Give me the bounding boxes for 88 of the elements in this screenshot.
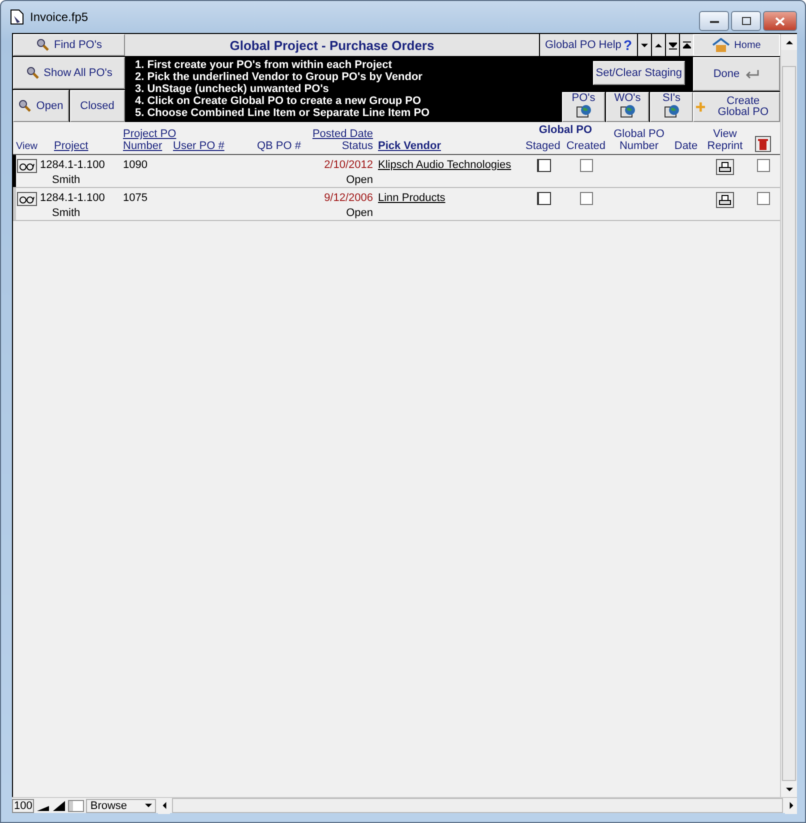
vendor-link[interactable]: Linn Products bbox=[378, 192, 446, 204]
search-icon bbox=[36, 38, 50, 52]
find-button[interactable]: Find PO's bbox=[13, 34, 125, 56]
document-icon bbox=[9, 9, 25, 25]
zoom-in-icon[interactable] bbox=[52, 800, 66, 812]
up-arrow-icon[interactable] bbox=[786, 38, 792, 46]
instruction-text: 1. First create your PO's from within each Project bbox=[135, 59, 393, 71]
trash-icon[interactable] bbox=[755, 136, 771, 152]
up-arrow-icon[interactable] bbox=[655, 42, 662, 48]
column-header: View bbox=[713, 128, 737, 140]
down-arrow-icon[interactable] bbox=[641, 42, 648, 48]
group-header: Global PO bbox=[538, 124, 592, 136]
table-cell: 1075 bbox=[123, 192, 148, 204]
maximize-icon bbox=[742, 17, 750, 25]
globe-icon bbox=[620, 104, 636, 118]
plus-icon bbox=[696, 101, 706, 113]
table-cell: 1090 bbox=[123, 159, 148, 171]
column-header: Reprint bbox=[707, 140, 743, 152]
column-header: Global PO bbox=[614, 128, 664, 140]
last-record-icon[interactable] bbox=[668, 40, 676, 50]
column-header[interactable]: Project bbox=[54, 140, 88, 152]
right-arrow-icon[interactable] bbox=[788, 802, 794, 809]
created-checkbox[interactable] bbox=[580, 192, 593, 205]
column-header: QB PO # bbox=[256, 140, 301, 152]
help-button[interactable]: Global PO Help? bbox=[540, 34, 637, 56]
closed-button[interactable]: Closed bbox=[70, 90, 125, 122]
create-button[interactable]: Create Global PO bbox=[693, 92, 780, 122]
column-header[interactable]: Number bbox=[123, 140, 162, 152]
minimize-icon bbox=[710, 20, 718, 22]
instruction-text: 3. UnStage (uncheck) unwanted PO's bbox=[135, 83, 330, 95]
instruction-text: 2. Pick the underlined Vendor to Group PO's by Vendor bbox=[135, 71, 424, 83]
column-header: Staged bbox=[525, 140, 560, 152]
printer-icon[interactable] bbox=[716, 192, 734, 208]
column-header[interactable]: User PO # bbox=[173, 140, 224, 152]
table-cell: 9/12/2006 bbox=[324, 192, 373, 204]
vendor-link[interactable]: Klipsch Audio Technologies bbox=[378, 159, 512, 171]
column-header[interactable]: Pick Vendor bbox=[378, 140, 441, 152]
column-header: Status bbox=[342, 140, 373, 152]
table-cell-text: Smith bbox=[51, 207, 80, 219]
glasses-icon[interactable] bbox=[17, 192, 37, 206]
table-cell-text: Smith bbox=[51, 174, 80, 186]
staged-checkbox[interactable] bbox=[537, 159, 551, 172]
globe-icon bbox=[576, 104, 592, 118]
house-icon bbox=[712, 38, 730, 52]
glasses-icon[interactable] bbox=[17, 159, 37, 173]
mode-dropdown[interactable]: Browse bbox=[86, 798, 156, 812]
window-title: Invoice.fp5 bbox=[30, 10, 88, 24]
instruction-text: 4. Click on Create Global PO to create a new Group PO bbox=[135, 95, 422, 107]
created-checkbox[interactable] bbox=[580, 159, 593, 172]
left-arrow-icon[interactable] bbox=[160, 802, 168, 809]
delete-checkbox[interactable] bbox=[756, 159, 770, 172]
close-button[interactable] bbox=[763, 11, 797, 31]
report-button[interactable]: PO's bbox=[562, 92, 605, 122]
column-header[interactable]: Project PO bbox=[123, 128, 176, 140]
return-arrow-icon bbox=[744, 69, 760, 79]
show-all-button[interactable]: Show All PO's bbox=[13, 57, 125, 89]
staged-checkbox[interactable] bbox=[537, 192, 551, 205]
close-icon bbox=[775, 16, 785, 26]
minimize-button[interactable] bbox=[699, 11, 729, 31]
down-arrow-icon[interactable] bbox=[145, 802, 152, 809]
column-header: Created bbox=[566, 140, 606, 152]
search-icon bbox=[18, 99, 32, 113]
zoom-level[interactable]: 100 bbox=[12, 798, 34, 812]
home-button[interactable]: Home bbox=[693, 34, 780, 56]
table-cell: Open bbox=[346, 174, 373, 186]
column-header: Date bbox=[674, 140, 698, 152]
table-cell: Open bbox=[346, 207, 373, 219]
done-button[interactable]: Done bbox=[693, 57, 780, 91]
maximize-button[interactable] bbox=[731, 11, 761, 31]
open-button[interactable]: Open bbox=[13, 90, 68, 122]
column-header[interactable]: Posted Date bbox=[312, 128, 373, 140]
printer-icon[interactable] bbox=[716, 159, 734, 175]
table-cell: 1284.1-1.100 bbox=[40, 159, 105, 171]
table-cell: 2/10/2012 bbox=[324, 159, 373, 171]
page-title: Global Project - Purchase Orders bbox=[125, 34, 539, 56]
table-cell: 1284.1-1.100 bbox=[40, 192, 105, 204]
status-toggle-icon[interactable] bbox=[68, 800, 84, 812]
instruction-text: 5. Choose Combined Line Item or Separate Line Item PO bbox=[135, 107, 431, 119]
search-icon bbox=[26, 66, 40, 80]
staging-button[interactable]: Set/Clear Staging bbox=[592, 61, 685, 85]
down-arrow-icon[interactable] bbox=[786, 786, 792, 792]
report-button[interactable]: WO's bbox=[606, 92, 649, 122]
column-header: Number bbox=[619, 140, 659, 152]
globe-icon bbox=[664, 104, 680, 118]
column-header: View bbox=[16, 141, 38, 152]
first-record-icon[interactable] bbox=[682, 40, 690, 50]
delete-checkbox[interactable] bbox=[756, 192, 770, 205]
report-button[interactable]: SI's bbox=[650, 92, 693, 122]
